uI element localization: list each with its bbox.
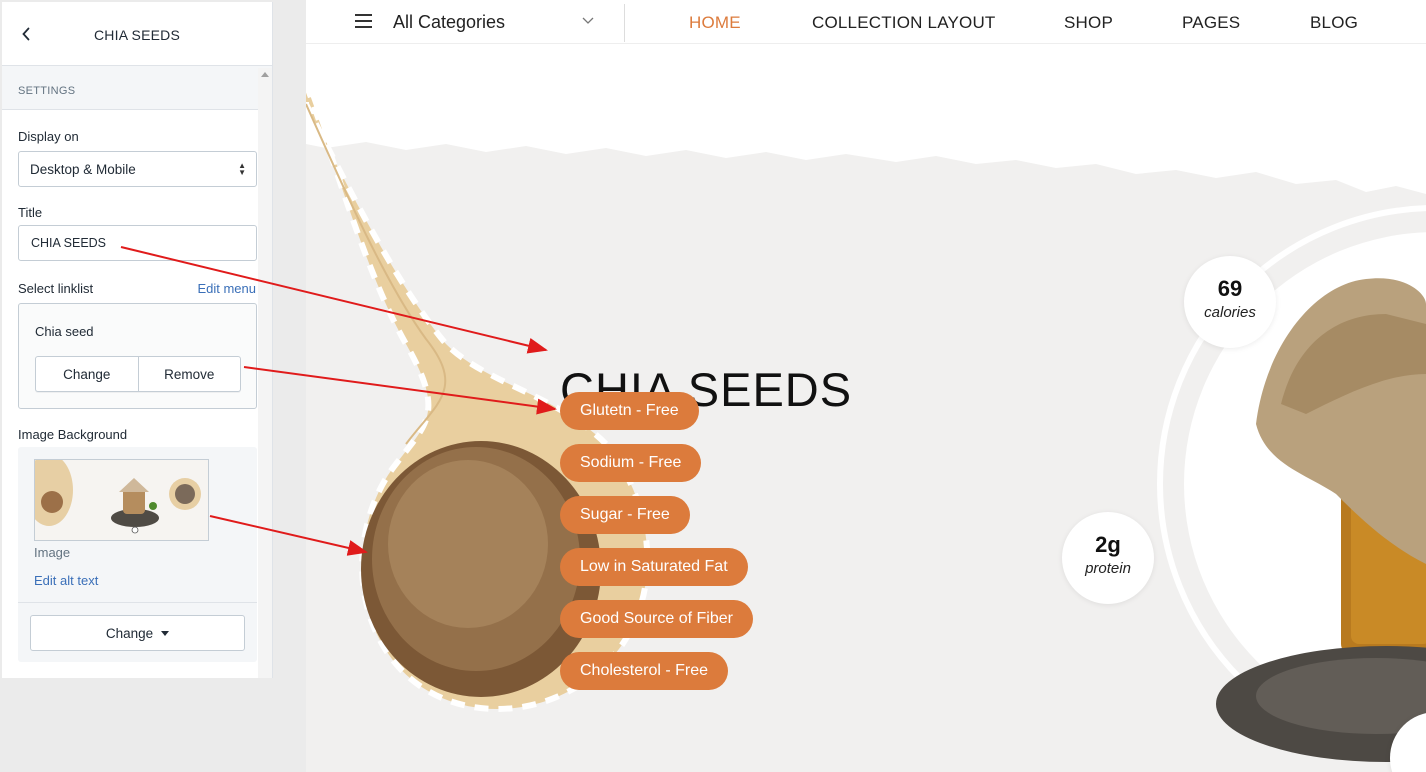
nav-home[interactable]: HOME [689,13,741,33]
display-on-select[interactable]: Desktop & Mobile ▲ ▼ [18,151,257,187]
caret-down-icon [161,630,170,636]
nav-pages[interactable]: PAGES [1182,13,1240,33]
theme-editor-sidebar: CHIA SEEDS SETTINGS Display on Desktop &… [0,0,291,772]
top-navigation: All Categories HOME COLLECTION LAYOUT SH… [306,0,1426,44]
tag-sugar-free[interactable]: Sugar - Free [560,496,690,534]
change-image-button[interactable]: Change [30,615,245,651]
nav-shop[interactable]: SHOP [1064,13,1113,33]
edit-alt-text-link[interactable]: Edit alt text [34,573,98,588]
stat-calories: 69 calories [1184,256,1276,348]
stat-calories-label: calories [1204,304,1256,321]
stat-calories-value: 69 [1217,276,1243,301]
divider [18,602,257,603]
panel-title: CHIA SEEDS [93,27,181,43]
panel-scrollbar[interactable] [258,68,272,678]
title-label: Title [18,205,43,220]
tag-source-of-fiber[interactable]: Good Source of Fiber [560,600,753,638]
nav-collection-layout[interactable]: COLLECTION LAYOUT [812,13,996,33]
tag-gluten-free[interactable]: Glutetn - Free [560,392,699,430]
stat-protein-value: 2g [1095,532,1121,557]
nav-blog[interactable]: BLOG [1310,13,1358,33]
remove-linklist-button[interactable]: Remove [137,357,241,391]
change-image-label: Change [105,625,154,641]
chia-seeds-banner: CHIA SEEDS Glutetn - Free Sodium - Free … [306,44,1426,772]
image-caption: Image [34,545,71,560]
nav-divider [624,4,625,42]
title-input[interactable] [18,225,257,261]
stat-protein-label: protein [1085,560,1131,577]
settings-section-label: SETTINGS [2,66,272,110]
stat-fiber-label: fi [1390,760,1426,772]
select-arrows-icon: ▲ ▼ [238,161,246,177]
panel-header: CHIA SEEDS [2,2,272,66]
change-linklist-button[interactable]: Change [36,357,138,391]
background-image-thumbnail[interactable] [34,459,209,541]
banner-background-art [306,44,1426,763]
selected-linklist: Chia seed [35,324,94,339]
section-settings-panel: CHIA SEEDS SETTINGS Display on Desktop &… [2,2,273,678]
linklist-button-group: Change Remove [35,356,241,392]
storefront-preview: All Categories HOME COLLECTION LAYOUT SH… [306,0,1426,772]
display-on-label: Display on [18,129,79,144]
hamburger-menu-icon[interactable] [355,14,372,28]
image-picker-card: Image Edit alt text Change [18,447,257,662]
stat-protein: 2g protein [1062,512,1154,604]
stat-fiber-value: 5 [1390,732,1426,758]
tag-cholesterol-free[interactable]: Cholesterol - Free [560,652,729,690]
image-background-label: Image Background [18,427,128,442]
chevron-down-icon [582,17,594,24]
linklist-picker: Chia seed Change Remove [18,303,257,409]
tag-sodium-free[interactable]: Sodium - Free [560,444,702,482]
display-on-value: Desktop & Mobile [30,162,136,177]
all-categories-dropdown[interactable]: All Categories [393,12,505,33]
edit-menu-link[interactable]: Edit menu [197,281,256,296]
scroll-up-arrow-icon[interactable] [261,72,269,77]
linklist-label: Select linklist [18,281,94,296]
tag-low-saturated-fat[interactable]: Low in Saturated Fat [560,548,748,586]
